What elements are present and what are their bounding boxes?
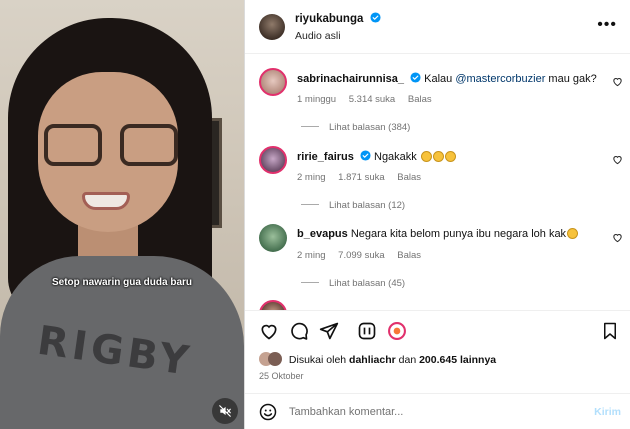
reel-video[interactable]: RIGBY Setop nawarin gua duda baru [0, 0, 244, 429]
grin-emoji-icon [567, 228, 579, 239]
comment-text-row: b_evapus Negara kita belom punya ibu neg… [297, 228, 607, 240]
heart-icon[interactable] [612, 232, 623, 243]
comment-mention[interactable]: @mastercorbuzier [455, 73, 545, 85]
commenter-avatar[interactable] [259, 146, 287, 174]
view-replies-button[interactable]: Lihat balasan (384) [301, 122, 410, 133]
view-replies-button[interactable]: Lihat balasan (12) [301, 200, 405, 211]
more-options-icon[interactable]: ••• [597, 16, 617, 34]
comments-list: sabrinachairunnisa_ Kalau @mastercorbuzi… [245, 54, 630, 310]
commenter-username[interactable]: ririe_fairus [297, 151, 354, 163]
comment-like-count[interactable]: 7.099 suka [338, 250, 384, 261]
comment-text-row: ririe_fairus Ngakakk [297, 150, 607, 163]
reply-button[interactable]: Balas [397, 250, 421, 261]
comment-meta: 2 ming 7.099 suka Balas [297, 250, 431, 261]
verified-badge-icon [370, 12, 381, 23]
heart-icon[interactable] [612, 76, 623, 87]
commenter-avatar[interactable] [259, 224, 287, 252]
comment-time[interactable]: 2 ming [297, 250, 326, 261]
audio-label[interactable]: Audio asli [295, 30, 341, 42]
likes-summary: Disukai oleh dahliachr dan 200.645 lainn… [259, 352, 629, 366]
reply-button[interactable]: Balas [408, 94, 432, 105]
remix-icon[interactable] [357, 321, 377, 341]
post-date[interactable]: 25 Oktober [259, 371, 304, 381]
comment-text: mau gak? [545, 73, 597, 85]
comment-like-count[interactable]: 5.314 suka [349, 94, 395, 105]
comment-time[interactable]: 1 minggu [297, 94, 336, 105]
emoji-icon[interactable] [259, 403, 277, 421]
likes-middle: dan [395, 354, 420, 366]
bookmark-icon[interactable] [601, 321, 619, 341]
author-username-row[interactable]: riyukabunga [295, 12, 381, 25]
reel-audio-icon[interactable] [387, 321, 407, 341]
comment-text: Kalau [424, 73, 456, 85]
post-comment-button[interactable]: Kirim [594, 406, 621, 418]
likes-prefix: Disukai oleh [288, 354, 350, 366]
comment-input[interactable] [289, 402, 569, 422]
comment-time[interactable]: 2 ming [297, 172, 326, 183]
heart-icon[interactable] [612, 154, 623, 165]
author-username[interactable]: riyukabunga [295, 13, 363, 25]
author-avatar[interactable] [259, 14, 285, 40]
liker-username[interactable]: dahliachr [349, 354, 396, 366]
comment-meta: 2 ming 1.871 suka Balas [297, 172, 431, 183]
commenter-avatar[interactable] [259, 300, 287, 310]
laughing-emoji-icon [444, 151, 456, 162]
action-bar [245, 310, 630, 350]
video-caption: Setop nawarin gua duda baru [51, 277, 192, 288]
video-person-glasses [44, 124, 178, 168]
laughing-emoji-icon [420, 151, 432, 162]
laughing-emoji-icon [432, 151, 444, 162]
video-person-mouth [82, 192, 130, 210]
commenter-username[interactable]: sabrinachairunnisa_ [297, 73, 404, 85]
verified-badge-icon [410, 72, 421, 83]
post-header: riyukabunga Audio asli ••• [245, 0, 630, 54]
view-replies-button[interactable]: Lihat balasan (45) [301, 278, 405, 289]
heart-icon[interactable] [259, 321, 279, 341]
comment-like-count[interactable]: 1.871 suka [338, 172, 384, 183]
comment-text: Ngakakk [374, 151, 417, 163]
likes-count[interactable]: 200.645 lainnya [419, 354, 496, 366]
commenter-avatar[interactable] [259, 68, 287, 96]
speaker-muted-icon [219, 405, 231, 417]
comment-composer: Kirim [245, 393, 630, 429]
verified-badge-icon [360, 150, 371, 161]
post-panel: riyukabunga Audio asli ••• sabrinachairu… [244, 0, 630, 429]
comment-icon[interactable] [289, 321, 309, 341]
liker-avatar[interactable] [268, 352, 282, 366]
reply-button[interactable]: Balas [397, 172, 421, 183]
mute-button[interactable] [212, 398, 238, 424]
comment-meta: 1 minggu 5.314 suka Balas [297, 94, 442, 105]
comment-text-row: sabrinachairunnisa_ Kalau @mastercorbuzi… [297, 72, 607, 85]
commenter-username[interactable]: b_evapus [297, 228, 348, 240]
comment-text: Negara kita belom punya ibu negara loh k… [350, 228, 567, 240]
share-icon[interactable] [319, 321, 339, 341]
